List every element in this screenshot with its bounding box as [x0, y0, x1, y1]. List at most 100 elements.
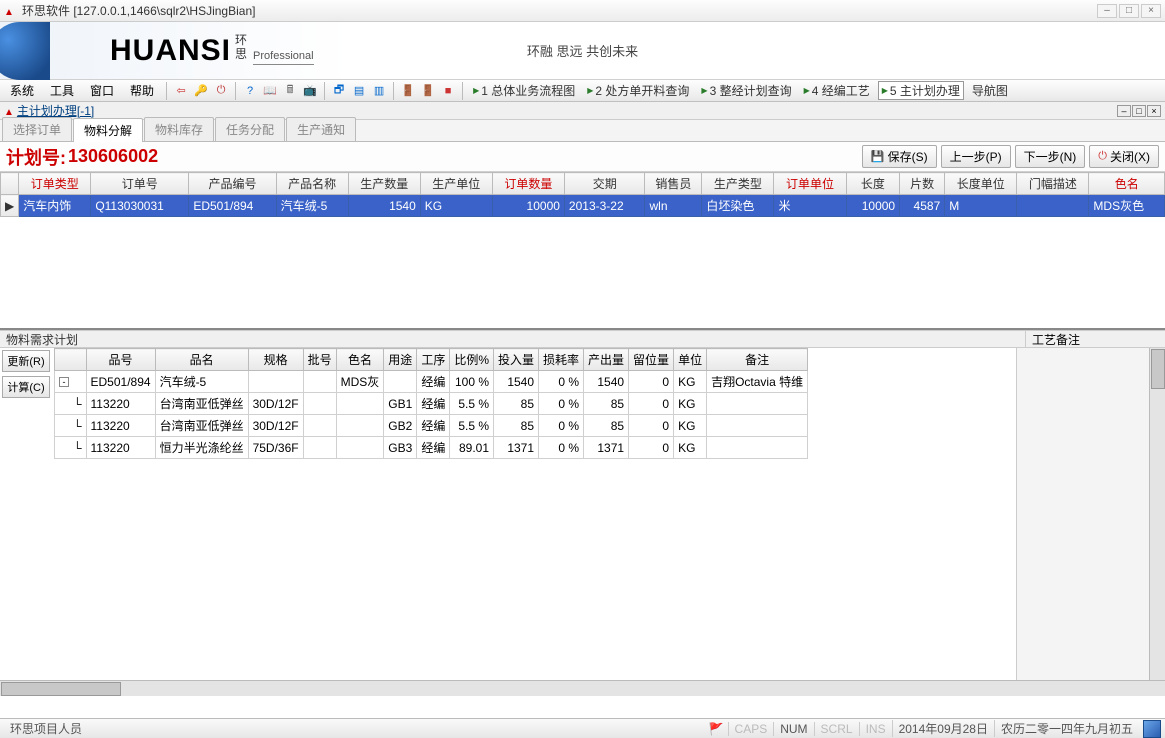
material-cell[interactable]: 30D/12F: [248, 415, 303, 437]
tree-cell[interactable]: └: [55, 393, 87, 415]
material-cell[interactable]: 100 %: [450, 371, 494, 393]
material-cell[interactable]: [707, 415, 808, 437]
order-cell[interactable]: 1540: [348, 195, 420, 217]
material-cell[interactable]: [707, 437, 808, 459]
material-col-header[interactable]: 比例%: [450, 349, 494, 371]
material-col-header[interactable]: 留位量: [629, 349, 674, 371]
material-col-header[interactable]: 单位: [674, 349, 707, 371]
material-cell[interactable]: KG: [674, 393, 707, 415]
order-cell[interactable]: 米: [774, 195, 846, 217]
material-col-header[interactable]: 损耗率: [539, 349, 584, 371]
material-cell[interactable]: 0 %: [539, 371, 584, 393]
order-col-header[interactable]: 生产数量: [348, 173, 420, 195]
material-col-header[interactable]: 品号: [86, 349, 155, 371]
tree-cell[interactable]: └: [55, 415, 87, 437]
material-cell[interactable]: 吉翔Octavia 特维: [707, 371, 808, 393]
material-cell[interactable]: 85: [494, 393, 539, 415]
tb-tilev-icon[interactable]: ▥: [371, 83, 387, 99]
material-grid-wrap[interactable]: 品号品名规格批号色名用途工序比例%投入量损耗率产出量留位量单位备注 -ED501…: [54, 348, 1016, 680]
order-cell[interactable]: 10000: [492, 195, 564, 217]
material-cell[interactable]: 0 %: [539, 437, 584, 459]
close-button[interactable]: ×: [1141, 4, 1161, 18]
material-cell[interactable]: 85: [584, 415, 629, 437]
tb-calc-icon[interactable]: 🖩: [282, 83, 298, 99]
material-col-header[interactable]: 产出量: [584, 349, 629, 371]
material-cell[interactable]: 0: [629, 437, 674, 459]
calc-button[interactable]: 计算(C): [2, 376, 50, 398]
order-cell[interactable]: 2013-3-22: [564, 195, 645, 217]
material-cell[interactable]: MDS灰: [336, 371, 384, 393]
material-cell[interactable]: 113220: [86, 393, 155, 415]
order-col-header[interactable]: 产品名称: [276, 173, 348, 195]
material-cell[interactable]: 5.5 %: [450, 415, 494, 437]
material-cell[interactable]: 1540: [584, 371, 629, 393]
order-cell[interactable]: M: [945, 195, 1017, 217]
tb-cascade-icon[interactable]: 🗗: [331, 83, 347, 99]
material-cell[interactable]: KG: [674, 371, 707, 393]
refresh-button[interactable]: 更新(R): [2, 350, 50, 372]
tab-select-order[interactable]: 选择订单: [2, 117, 72, 141]
material-cell[interactable]: [336, 393, 384, 415]
material-cell[interactable]: 0 %: [539, 393, 584, 415]
tb-stop-icon[interactable]: ■: [440, 83, 456, 99]
tb-help-icon[interactable]: ?: [242, 83, 258, 99]
tb-book-icon[interactable]: 📖: [262, 83, 278, 99]
order-col-header[interactable]: 产品编号: [189, 173, 276, 195]
material-cell[interactable]: 0: [629, 393, 674, 415]
material-cell[interactable]: 30D/12F: [248, 393, 303, 415]
material-col-header[interactable]: 用途: [384, 349, 417, 371]
order-col-header[interactable]: 色名: [1089, 173, 1165, 195]
material-col-header[interactable]: [55, 349, 87, 371]
material-cell[interactable]: 113220: [86, 415, 155, 437]
menu-tools[interactable]: 工具: [44, 80, 80, 101]
material-cell[interactable]: [384, 371, 417, 393]
menu-window[interactable]: 窗口: [84, 80, 120, 101]
order-col-header[interactable]: 交期: [564, 173, 645, 195]
collapse-icon[interactable]: -: [59, 377, 69, 387]
tb-key-icon[interactable]: 🔑: [193, 83, 209, 99]
material-cell[interactable]: [336, 437, 384, 459]
tb-exit-icon[interactable]: ⏻: [213, 83, 229, 99]
order-cell[interactable]: 4587: [900, 195, 945, 217]
tree-cell[interactable]: -: [55, 371, 87, 393]
order-cell[interactable]: Q113030031: [91, 195, 189, 217]
order-col-header[interactable]: 订单单位: [774, 173, 846, 195]
menu-help[interactable]: 帮助: [124, 80, 160, 101]
tb-door1-icon[interactable]: 🚪: [400, 83, 416, 99]
prev-button[interactable]: 上一步(P): [941, 145, 1011, 168]
material-col-header[interactable]: 工序: [417, 349, 450, 371]
order-col-header[interactable]: 订单数量: [492, 173, 564, 195]
order-cell[interactable]: ED501/894: [189, 195, 276, 217]
order-cell[interactable]: KG: [420, 195, 492, 217]
material-cell[interactable]: 1371: [584, 437, 629, 459]
child-max-button[interactable]: □: [1132, 105, 1146, 117]
order-col-header[interactable]: 销售员: [645, 173, 702, 195]
material-cell[interactable]: 台湾南亚低弹丝: [155, 393, 248, 415]
material-cell[interactable]: KG: [674, 415, 707, 437]
child-min-button[interactable]: –: [1117, 105, 1131, 117]
table-row[interactable]: └113220恒力半光涤纶丝75D/36FGB3经编89.0113710 %13…: [55, 437, 808, 459]
tree-cell[interactable]: └: [55, 437, 87, 459]
material-cell[interactable]: 经编: [417, 371, 450, 393]
material-cell[interactable]: KG: [674, 437, 707, 459]
tab-material-decompose[interactable]: 物料分解: [73, 118, 143, 142]
order-col-header[interactable]: 长度: [846, 173, 900, 195]
save-button[interactable]: 💾保存(S): [862, 145, 937, 168]
minimize-button[interactable]: –: [1097, 4, 1117, 18]
menu-system[interactable]: 系统: [4, 80, 40, 101]
order-col-header[interactable]: 长度单位: [945, 173, 1017, 195]
material-cell[interactable]: [303, 437, 336, 459]
nav-knit-tech[interactable]: ▶4 经编工艺: [800, 81, 874, 100]
material-cell[interactable]: GB3: [384, 437, 417, 459]
material-cell[interactable]: 经编: [417, 393, 450, 415]
order-col-header[interactable]: 订单类型: [19, 173, 91, 195]
material-col-header[interactable]: 色名: [336, 349, 384, 371]
material-cell[interactable]: [303, 415, 336, 437]
material-cell[interactable]: 89.01: [450, 437, 494, 459]
tab-task-assign[interactable]: 任务分配: [215, 117, 285, 141]
material-col-header[interactable]: 备注: [707, 349, 808, 371]
material-cell[interactable]: GB1: [384, 393, 417, 415]
remark-scrollbar[interactable]: [1149, 348, 1165, 680]
material-cell[interactable]: 经编: [417, 437, 450, 459]
tab-material-stock[interactable]: 物料库存: [144, 117, 214, 141]
